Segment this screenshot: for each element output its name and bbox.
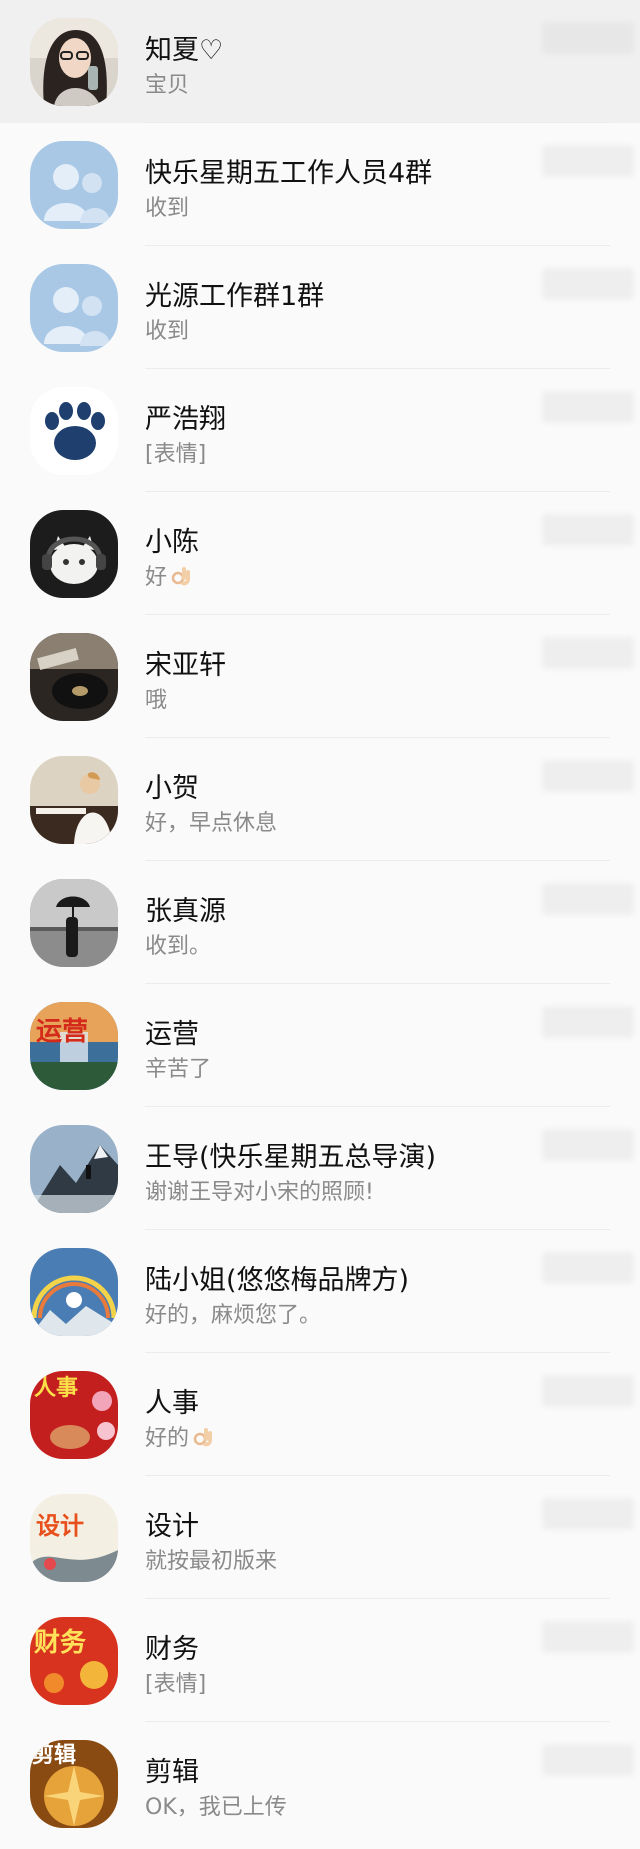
last-message-text: 收到 <box>145 319 190 344</box>
timestamp-redacted <box>542 637 634 669</box>
timestamp-redacted <box>542 1744 634 1776</box>
last-message-text: 收到。 <box>145 934 212 959</box>
timestamp-redacted <box>542 391 634 423</box>
last-message-text: 就按最初版来 <box>145 1549 278 1574</box>
last-message-text: [表情] <box>145 1672 207 1697</box>
avatar[interactable] <box>30 1248 118 1336</box>
last-message: [表情] <box>145 1666 206 1698</box>
chat-name: 运营 <box>145 1019 199 1050</box>
timestamp-redacted <box>542 1621 634 1653</box>
chat-name: 设计 <box>145 1511 199 1542</box>
ok-hand-icon <box>170 565 192 593</box>
chat-name: 人事 <box>145 1388 199 1419</box>
last-message: 收到 <box>145 313 189 345</box>
last-message: 收到 <box>145 190 189 222</box>
last-message: 哦 <box>145 682 167 714</box>
svg-text:运营: 运营 <box>36 1017 88 1047</box>
last-message-text: 好的，麻烦您了。 <box>145 1303 322 1328</box>
timestamp-redacted <box>542 760 634 792</box>
last-message-text: 好的 <box>145 1426 190 1451</box>
chat-name: 王导(快乐星期五总导演) <box>145 1142 437 1173</box>
timestamp-redacted <box>542 1129 634 1161</box>
avatar[interactable]: 财务 <box>30 1617 118 1705</box>
avatar[interactable]: 设计 <box>30 1494 118 1582</box>
last-message: 好的 <box>145 1420 214 1454</box>
chat-name: 财务 <box>145 1634 199 1665</box>
last-message: 好的，麻烦您了。 <box>145 1297 321 1329</box>
last-message-text: 谢谢王导对小宋的照顾! <box>145 1180 374 1205</box>
timestamp-redacted <box>542 883 634 915</box>
chat-row-12[interactable]: 人事 人事 好的 <box>0 1353 640 1476</box>
timestamp-redacted <box>542 1252 634 1284</box>
chat-name: 宋亚轩 <box>145 650 226 681</box>
avatar[interactable] <box>30 141 118 229</box>
avatar[interactable] <box>30 879 118 967</box>
timestamp-redacted <box>542 514 634 546</box>
chat-row-15[interactable]: 剪辑 剪辑 OK，我已上传 <box>0 1722 640 1845</box>
chat-list: 知夏♡ 宝贝 快乐星期五工作人员4群 收到 光源工作群1群 收到 严浩翔 [表情] 小陈… <box>0 0 640 1845</box>
chat-name: 小陈 <box>145 527 199 558</box>
chat-row-14[interactable]: 财务 财务 [表情] <box>0 1599 640 1722</box>
chat-row-2[interactable]: 快乐星期五工作人员4群收到 <box>0 123 640 246</box>
last-message-text: 辛苦了 <box>145 1057 212 1082</box>
chat-name: 快乐星期五工作人员4群 <box>145 158 433 189</box>
chat-row-9[interactable]: 运营 运营辛苦了 <box>0 984 640 1107</box>
svg-text:财务: 财务 <box>34 1628 86 1658</box>
chat-name: 张真源 <box>145 896 226 927</box>
chat-row-5[interactable]: 小陈好 <box>0 492 640 615</box>
last-message-text: OK，我已上传 <box>145 1795 287 1820</box>
avatar[interactable]: 人事 <box>30 1371 118 1459</box>
last-message: 就按最初版来 <box>145 1543 277 1575</box>
timestamp-redacted <box>542 268 634 300</box>
last-message: 辛苦了 <box>145 1051 211 1083</box>
chat-row-3[interactable]: 光源工作群1群收到 <box>0 246 640 369</box>
chat-name: 知夏♡ <box>145 35 224 66</box>
chat-row-8[interactable]: 张真源 收到。 <box>0 861 640 984</box>
chat-row-6[interactable]: 宋亚轩哦 <box>0 615 640 738</box>
last-message: OK，我已上传 <box>145 1789 287 1821</box>
avatar[interactable] <box>30 387 118 475</box>
last-message: [表情] <box>145 436 206 468</box>
avatar[interactable] <box>30 264 118 352</box>
svg-text:剪辑: 剪辑 <box>32 1742 76 1768</box>
chat-name: 严浩翔 <box>145 404 226 435</box>
chat-name: 小贺 <box>145 773 199 804</box>
chat-row-13[interactable]: 设计 设计就按最初版来 <box>0 1476 640 1599</box>
chat-name: 陆小姐(悠悠梅品牌方) <box>145 1265 410 1296</box>
avatar[interactable]: 运营 <box>30 1002 118 1090</box>
svg-text:设计: 设计 <box>36 1512 84 1540</box>
last-message-text: [表情] <box>145 442 207 467</box>
avatar[interactable] <box>30 633 118 721</box>
last-message-text: 好 <box>145 565 168 590</box>
last-message: 收到。 <box>145 928 211 960</box>
chat-row-4[interactable]: 严浩翔 [表情] <box>0 369 640 492</box>
avatar[interactable]: 剪辑 <box>30 1740 118 1828</box>
chat-name: 光源工作群1群 <box>145 281 325 312</box>
timestamp-redacted <box>542 1375 634 1407</box>
ok-hand-icon <box>192 1426 214 1454</box>
last-message-text: 哦 <box>145 688 168 713</box>
timestamp-redacted <box>542 1498 634 1530</box>
avatar[interactable] <box>30 18 118 106</box>
timestamp-redacted <box>542 22 634 54</box>
last-message: 谢谢王导对小宋的照顾! <box>145 1174 374 1206</box>
last-message-text: 好，早点休息 <box>145 811 278 836</box>
avatar[interactable] <box>30 510 118 598</box>
last-message-text: 宝贝 <box>145 73 190 98</box>
avatar[interactable] <box>30 1125 118 1213</box>
last-message: 宝贝 <box>145 67 189 99</box>
last-message-text: 收到 <box>145 196 190 221</box>
chat-row-11[interactable]: 陆小姐(悠悠梅品牌方) 好的，麻烦您了。 <box>0 1230 640 1353</box>
last-message: 好，早点休息 <box>145 805 277 837</box>
svg-text:人事: 人事 <box>34 1375 78 1401</box>
timestamp-redacted <box>542 145 634 177</box>
chat-row-1[interactable]: 知夏♡ 宝贝 <box>0 0 640 123</box>
chat-row-7[interactable]: 小贺好，早点休息 <box>0 738 640 861</box>
chat-name: 剪辑 <box>145 1757 199 1788</box>
timestamp-redacted <box>542 1006 634 1038</box>
avatar[interactable] <box>30 756 118 844</box>
chat-row-10[interactable]: 王导(快乐星期五总导演) 谢谢王导对小宋的照顾! <box>0 1107 640 1230</box>
last-message: 好 <box>145 559 192 593</box>
